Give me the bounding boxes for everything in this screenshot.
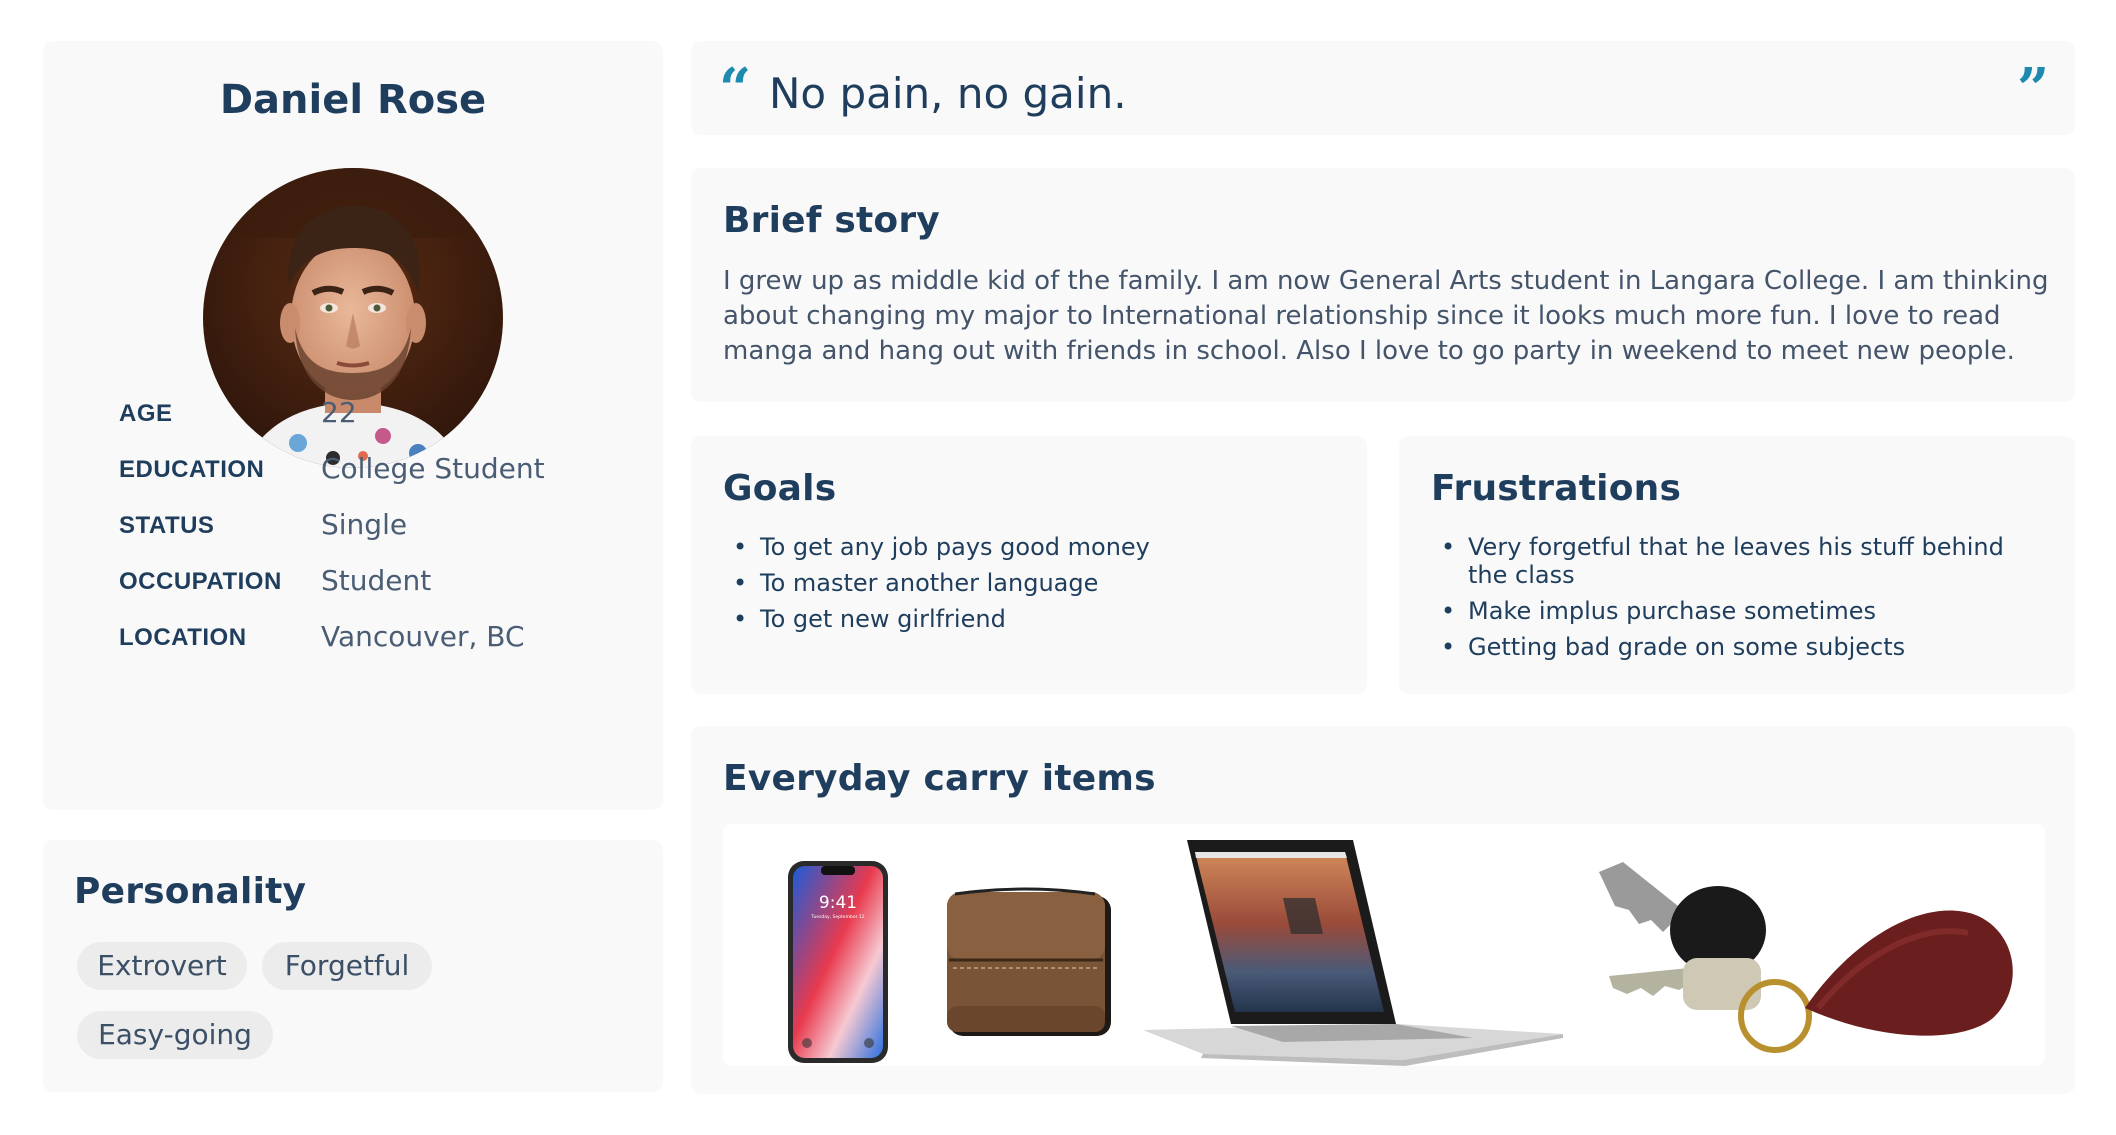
info-value: Vancouver, BC: [321, 620, 525, 653]
info-value: College Student: [321, 452, 545, 485]
quote-text: No pain, no gain.: [769, 69, 1127, 118]
phone-icon: 9:41 Tuesday, September 12: [787, 860, 889, 1064]
info-label: STATUS: [119, 512, 215, 539]
list-item: To master another language: [725, 569, 1345, 597]
persona-name: Daniel Rose: [219, 77, 487, 123]
open-quote-icon: “: [719, 56, 752, 122]
trait-pill: Easy-going: [77, 1011, 273, 1059]
profile-card: Daniel Rose AGE 22 EDUCATION College Stu…: [43, 41, 663, 810]
goals-card: Goals To get any job pays good money To …: [691, 436, 1367, 694]
list-item: To get new girlfriend: [725, 605, 1345, 633]
laptop-icon: [1143, 838, 1563, 1066]
trait-pill: Forgetful: [262, 942, 432, 990]
personality-card: Personality Extrovert Forgetful Easy-goi…: [43, 840, 663, 1092]
keys-icon: [1593, 858, 2023, 1066]
info-label: EDUCATION: [119, 456, 265, 483]
list-item: Getting bad grade on some subjects: [1433, 633, 2033, 661]
info-label: LOCATION: [119, 624, 247, 651]
carry-items-panel: 9:41 Tuesday, September 12: [723, 824, 2045, 1066]
info-value: Single: [321, 508, 408, 541]
info-label: OCCUPATION: [119, 568, 282, 595]
carry-title: Everyday carry items: [723, 758, 1156, 799]
goals-list: To get any job pays good money To master…: [725, 533, 1345, 641]
info-value: 22: [321, 396, 357, 429]
info-row-occupation: OCCUPATION Student: [119, 560, 639, 600]
carry-card: Everyday carry items 9:41 Tuesday, Septe…: [691, 726, 2075, 1094]
list-item: Very forgetful that he leaves his stuff …: [1433, 533, 2033, 589]
list-item: To get any job pays good money: [725, 533, 1345, 561]
story-card: Brief story I grew up as middle kid of t…: [691, 168, 2075, 402]
info-label: AGE: [119, 400, 173, 427]
close-quote-icon: ”: [2017, 56, 2050, 122]
goals-title: Goals: [723, 468, 837, 509]
personality-title: Personality: [74, 871, 307, 912]
frustrations-list: Very forgetful that he leaves his stuff …: [1433, 533, 2033, 669]
phone-date: Tuesday, September 12: [810, 914, 864, 920]
info-value: Student: [321, 564, 432, 597]
trait-pill: Extrovert: [77, 942, 247, 990]
list-item: Make implus purchase sometimes: [1433, 597, 2033, 625]
phone-clock: 9:41: [819, 893, 857, 913]
info-row-education: EDUCATION College Student: [119, 448, 639, 488]
info-row-location: LOCATION Vancouver, BC: [119, 616, 639, 656]
story-title: Brief story: [723, 200, 940, 241]
frustrations-card: Frustrations Very forgetful that he leav…: [1399, 436, 2075, 694]
wallet-icon: [945, 886, 1115, 1042]
quote-card: “ No pain, no gain. ”: [691, 41, 2075, 135]
info-row-status: STATUS Single: [119, 504, 639, 544]
frustrations-title: Frustrations: [1431, 468, 1682, 509]
story-text: I grew up as middle kid of the family. I…: [723, 266, 2049, 366]
info-row-age: AGE 22: [119, 392, 639, 432]
